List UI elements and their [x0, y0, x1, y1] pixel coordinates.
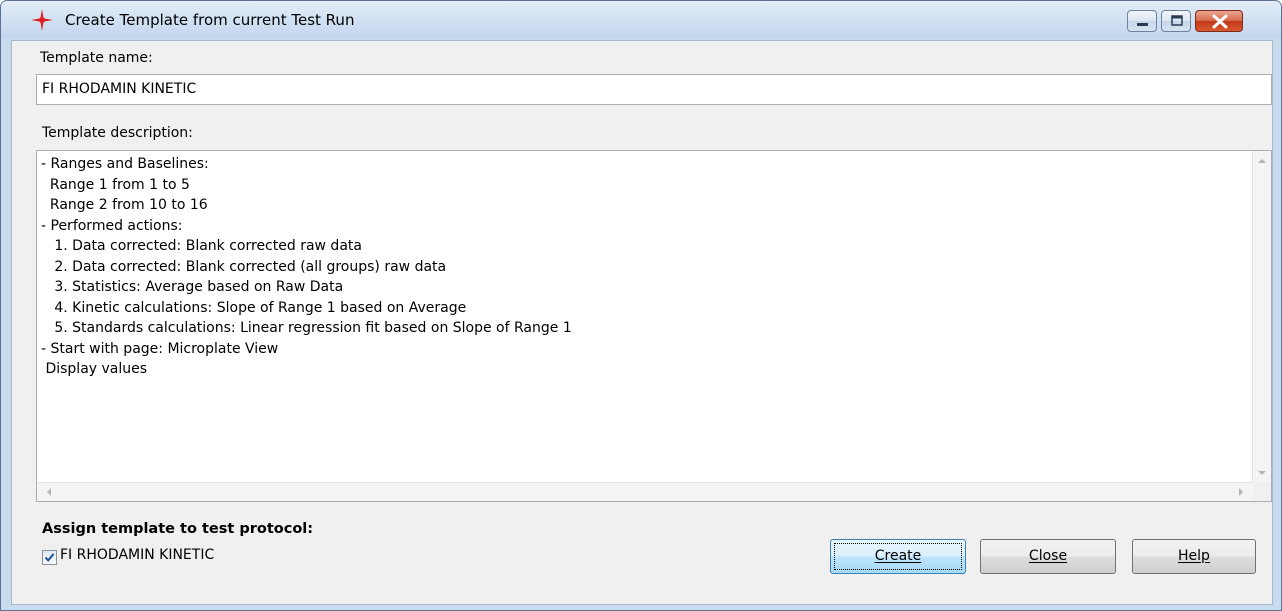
close-button[interactable]: Close [980, 539, 1116, 574]
crosshair-icon [31, 9, 53, 31]
vertical-scrollbar[interactable] [1252, 151, 1271, 483]
create-button[interactable]: Create [830, 539, 966, 574]
scrollbar-corner [1253, 482, 1271, 501]
description-line: Display values [41, 361, 148, 377]
template-description-textarea[interactable]: - Ranges and Baselines: Range 1 from 1 t… [36, 150, 1272, 502]
assign-protocol-checkbox[interactable] [42, 550, 57, 565]
help-button[interactable]: Help [1132, 539, 1256, 574]
maximize-button[interactable] [1161, 10, 1191, 32]
close-icon [1212, 14, 1228, 29]
minimize-button[interactable] [1127, 10, 1157, 32]
description-line: 1. Data corrected: Blank corrected raw d… [41, 238, 362, 254]
assign-template-label: Assign template to test protocol: [42, 521, 314, 537]
description-line: Range 2 from 10 to 16 [41, 197, 208, 213]
help-button-label: Help [1178, 548, 1210, 564]
description-line: - Start with page: Microplate View [41, 340, 279, 357]
description-line: 5. Standards calculations: Linear regres… [41, 320, 572, 336]
description-line: 3. Statistics: Average based on Raw Data [41, 279, 344, 295]
template-name-label: Template name: [40, 50, 153, 66]
dialog-window: Create Template from current Test Run Te… [0, 0, 1282, 611]
scroll-up-icon[interactable] [1258, 159, 1266, 163]
window-title: Create Template from current Test Run [65, 11, 355, 29]
close-button-label: Close [1028, 548, 1068, 564]
description-line: 2. Data corrected: Blank corrected (all … [41, 258, 447, 275]
description-line: - Performed actions: [41, 217, 183, 234]
close-window-button[interactable] [1195, 10, 1243, 32]
maximize-icon [1171, 15, 1183, 26]
description-text: - Ranges and Baselines: Range 1 from 1 t… [41, 154, 572, 380]
template-name-input[interactable]: FI RHODAMIN KINETIC [36, 74, 1272, 105]
minimize-icon [1137, 23, 1148, 26]
scroll-left-icon[interactable] [47, 488, 51, 496]
scroll-right-icon[interactable] [1239, 488, 1243, 496]
assign-protocol-checkbox-label[interactable]: FI RHODAMIN KINETIC [60, 547, 214, 563]
description-line: 4. Kinetic calculations: Slope of Range … [41, 299, 467, 316]
description-line: - Ranges and Baselines: [41, 156, 209, 172]
create-button-label: Create [874, 548, 922, 564]
checkmark-icon [44, 553, 55, 562]
dialog-content: Template name: FI RHODAMIN KINETIC Templ… [11, 40, 1273, 605]
horizontal-scrollbar[interactable] [37, 482, 1253, 501]
scroll-down-icon[interactable] [1258, 471, 1266, 475]
title-bar[interactable]: Create Template from current Test Run [1, 1, 1281, 39]
description-line: Range 1 from 1 to 5 [41, 176, 190, 193]
template-description-label: Template description: [42, 125, 193, 141]
